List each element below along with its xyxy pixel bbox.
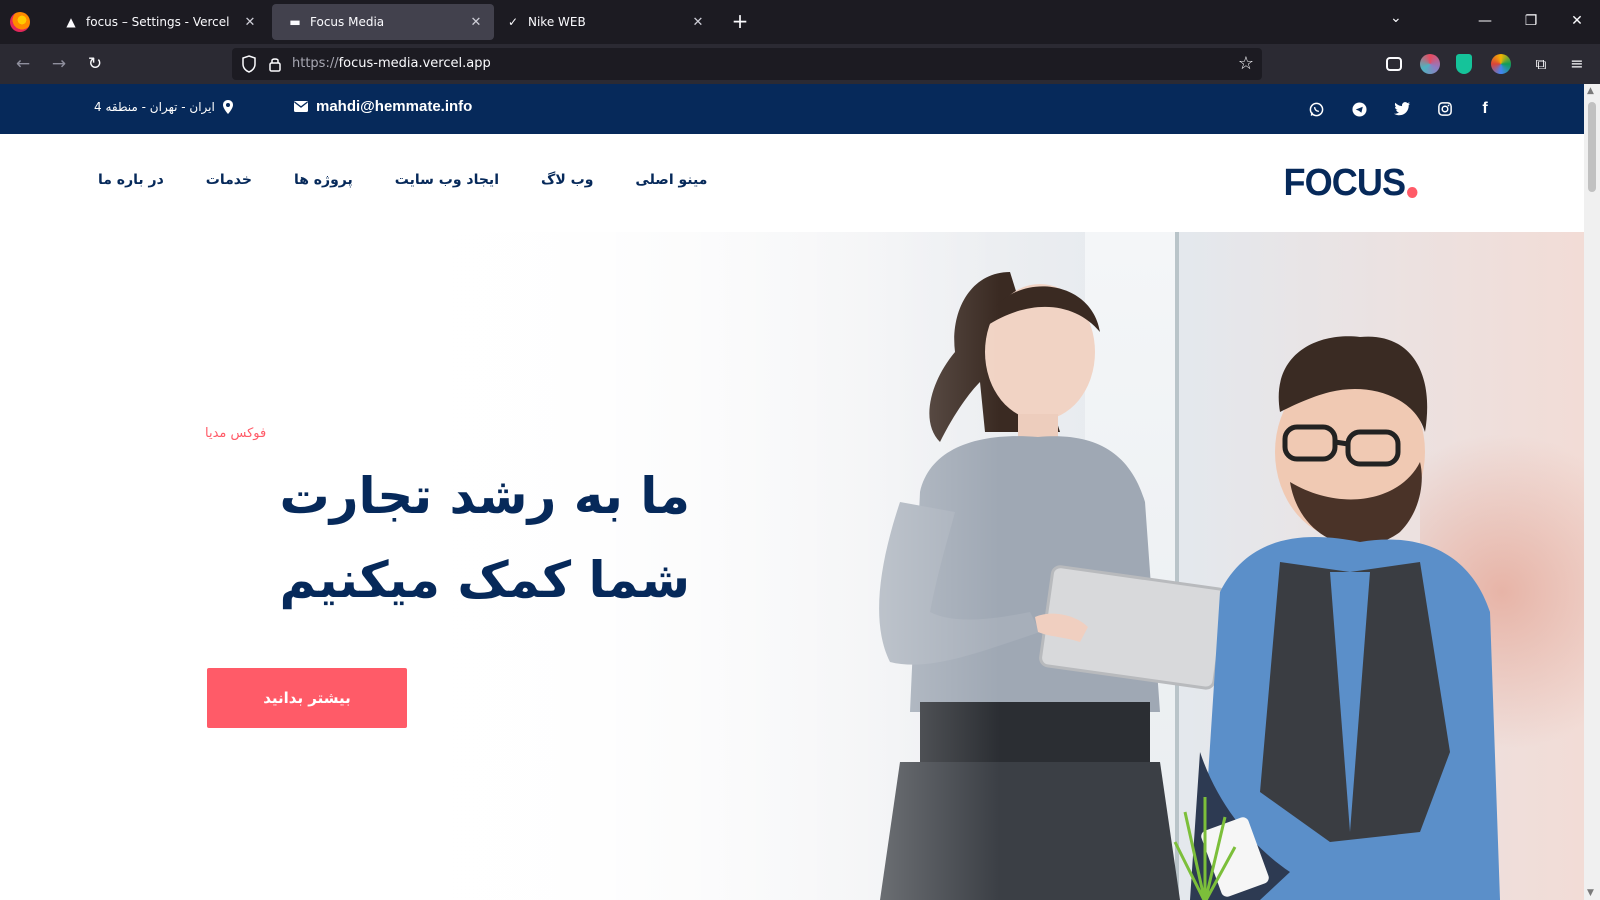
back-arrow-icon[interactable]: ← [10, 51, 36, 77]
site-logo[interactable]: FOCUS [1284, 162, 1418, 205]
close-icon[interactable]: ✕ [238, 15, 262, 30]
reload-icon[interactable]: ↻ [82, 51, 108, 77]
browser-tab-bar: ▲ focus – Settings - Vercel ✕ ▬ Focus Me… [0, 0, 1600, 44]
address-text: ایران - تهران - منطقه 4 [94, 100, 215, 114]
page-viewport: ایران - تهران - منطقه 4 mahdi@hemmate.in… [0, 84, 1584, 900]
extensions-puzzle-icon[interactable]: ⧉ [1528, 51, 1554, 77]
learn-more-button[interactable]: بیشتر بدانید [207, 668, 407, 728]
color-extension-icon[interactable] [1491, 54, 1511, 74]
bookmark-star-icon[interactable]: ☆ [1238, 53, 1254, 74]
menu-hamburger-icon[interactable]: ≡ [1564, 51, 1590, 77]
browser-nav-bar: ← → ↻ https://focus-media.vercel.app ☆ ⧉… [0, 44, 1600, 84]
tab-label: Focus Media [310, 15, 385, 29]
email-text[interactable]: mahdi@hemmate.info [316, 98, 472, 115]
site-favicon-icon: ▬ [289, 15, 301, 29]
minimize-button[interactable]: — [1470, 8, 1500, 34]
restore-button[interactable]: ❐ [1516, 8, 1546, 34]
twitter-icon[interactable] [1392, 99, 1412, 119]
forward-arrow-icon[interactable]: → [46, 51, 72, 77]
tab-list-chevron-icon[interactable]: ⌄ [1390, 10, 1402, 26]
email-info[interactable]: mahdi@hemmate.info [294, 98, 472, 115]
plant-image [1173, 797, 1237, 900]
nav-item-website-design[interactable]: ایجاد وب سایت [395, 172, 499, 188]
hero-title: ما به رشد تجارت شما کمک میکنیم [279, 467, 690, 609]
scroll-down-icon[interactable]: ▼ [1587, 888, 1594, 898]
nav-item-blog[interactable]: وب لاگ [541, 172, 593, 188]
instagram-icon[interactable] [1435, 99, 1455, 119]
tab-label: Nike WEB [528, 15, 586, 29]
tab-nike-web[interactable]: ✓ Nike WEB ✕ [498, 4, 716, 40]
new-tab-button[interactable]: + [728, 10, 752, 34]
telegram-icon[interactable] [1349, 99, 1369, 119]
hero-section: فوکس مدیا ما به رشد تجارت شما کمک میکنیم… [0, 232, 1584, 900]
tab-label: focus – Settings - Vercel [86, 15, 230, 29]
hero-kicker: فوکس مدیا [205, 426, 267, 441]
nav-item-about[interactable]: در باره ما [98, 172, 164, 188]
close-icon[interactable]: ✕ [464, 15, 488, 30]
contact-topbar: ایران - تهران - منطقه 4 mahdi@hemmate.in… [0, 84, 1584, 134]
location-pin-icon [222, 100, 233, 114]
nike-icon: ✓ [507, 15, 519, 29]
nav-item-services[interactable]: خدمات [206, 172, 252, 188]
main-navigation: در باره ما خدمات پروژه ها ایجاد وب سایت … [0, 134, 1584, 232]
url-bar[interactable]: https://focus-media.vercel.app ☆ [232, 48, 1262, 80]
shield-extension-icon[interactable] [1456, 54, 1472, 74]
lock-icon[interactable] [268, 56, 282, 72]
scrollbar-thumb[interactable] [1588, 102, 1596, 192]
url-text[interactable]: https://focus-media.vercel.app [292, 56, 491, 71]
page-scrollbar[interactable]: ▲ ▼ [1584, 84, 1600, 900]
extension-avatar-icon[interactable] [1420, 54, 1440, 74]
close-window-button[interactable]: ✕ [1562, 8, 1592, 34]
facebook-icon[interactable]: f [1475, 99, 1495, 119]
nav-item-projects[interactable]: پروژه ها [294, 172, 353, 188]
vercel-icon: ▲ [66, 15, 76, 29]
firefox-icon[interactable] [10, 12, 30, 32]
pocket-icon[interactable] [1386, 57, 1402, 71]
tab-focus-media[interactable]: ▬ Focus Media ✕ [272, 4, 494, 40]
envelope-icon [294, 101, 308, 112]
nav-item-home[interactable]: مینو اصلی [635, 172, 707, 188]
address-info: ایران - تهران - منطقه 4 [94, 100, 233, 114]
logo-dot [1407, 187, 1418, 198]
close-icon[interactable]: ✕ [686, 15, 710, 30]
shield-icon[interactable] [242, 55, 256, 73]
tab-vercel-settings[interactable]: ▲ focus – Settings - Vercel ✕ [48, 4, 268, 40]
logo-text: FOCUS [1283, 162, 1407, 204]
whatsapp-icon[interactable] [1306, 99, 1326, 119]
scroll-up-icon[interactable]: ▲ [1587, 86, 1594, 96]
nav-menu: در باره ما خدمات پروژه ها ایجاد وب سایت … [98, 172, 707, 188]
